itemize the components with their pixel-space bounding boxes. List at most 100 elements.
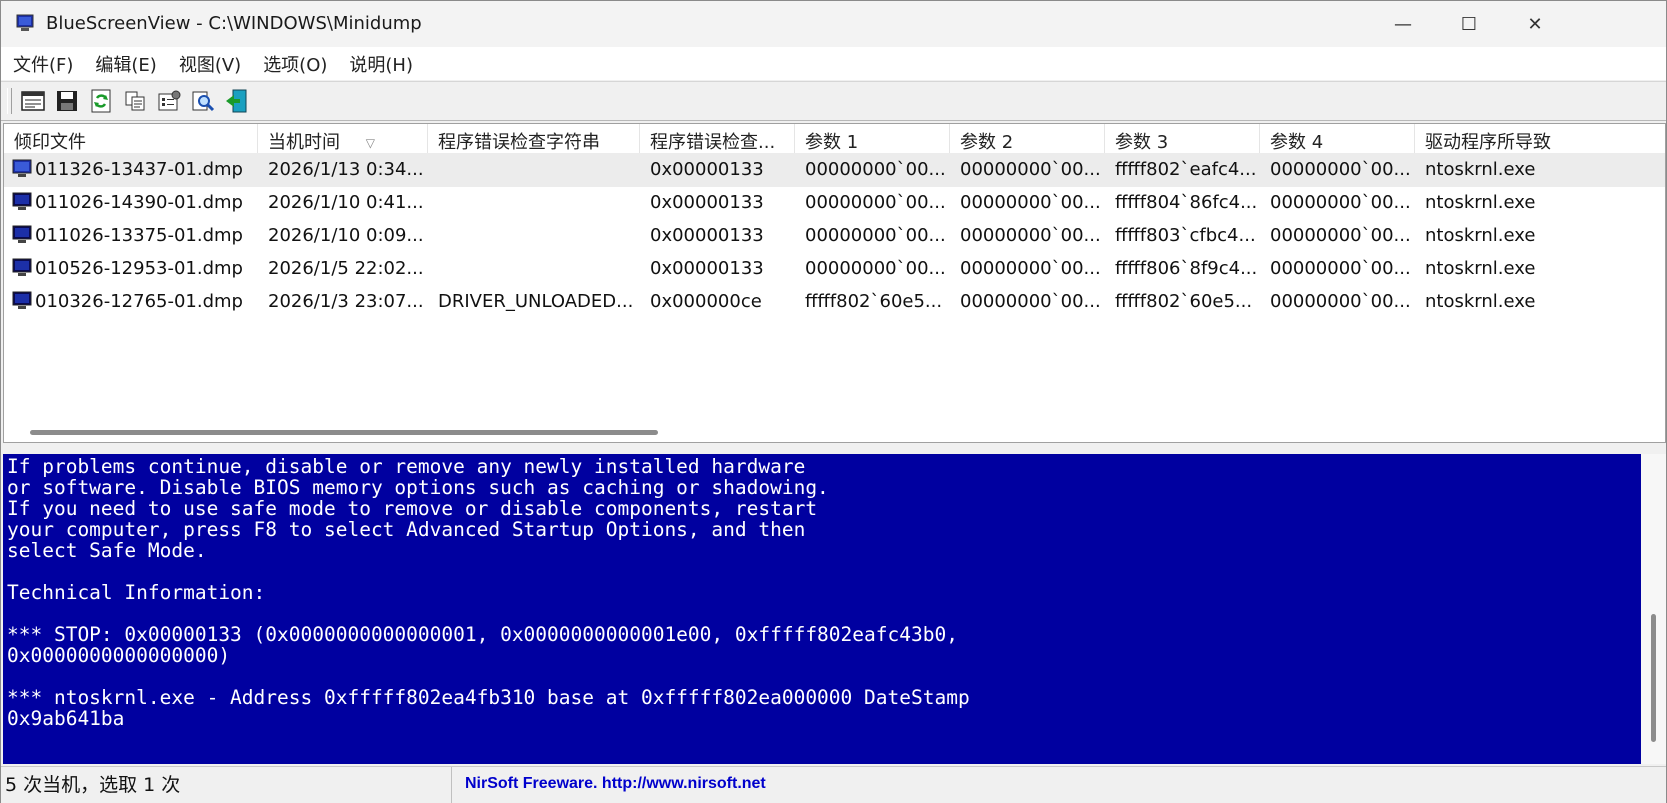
html-report-button[interactable] (18, 86, 48, 116)
maximize-button[interactable]: ☐ (1439, 1, 1499, 47)
status-crash-count: 5 次当机，选取 1 次 (5, 767, 452, 803)
dump-file-icon (12, 159, 32, 177)
exit-icon (226, 89, 247, 113)
cell-param3: fffff802`60e5... (1115, 291, 1253, 312)
cell-param1: fffff802`60e5... (805, 291, 943, 312)
cell-param4: 00000000`00... (1270, 192, 1411, 213)
toolbar (1, 81, 1666, 121)
bsod-preview-pane: If problems continue, disable or remove … (3, 454, 1641, 764)
cell-bug-check-string (428, 252, 640, 286)
cell-crash-time: 2026/1/13 0:34... (268, 159, 424, 180)
menu-bar: 文件(F) 编辑(E) 视图(V) 选项(O) 说明(H) (1, 47, 1666, 80)
table-row[interactable]: 010526-12953-01.dmp 2026/1/5 22:02... 0x… (4, 252, 1665, 286)
minimize-button[interactable]: — (1373, 1, 1433, 47)
cell-bug-check-code: 0x000000ce (650, 291, 762, 312)
cell-caused-by-driver: ntoskrnl.exe (1425, 225, 1536, 246)
table-row[interactable]: 011026-14390-01.dmp 2026/1/10 0:41... 0x… (4, 186, 1665, 220)
cell-dump-file: 010326-12765-01.dmp (4, 285, 258, 319)
pane-splitter[interactable] (1, 444, 1666, 454)
close-button[interactable]: ✕ (1505, 1, 1565, 47)
window-title: BlueScreenView - C:\WINDOWS\Minidump (46, 13, 422, 34)
cell-caused-by-driver: ntoskrnl.exe (1425, 159, 1536, 180)
cell-param4: 00000000`00... (1270, 225, 1411, 246)
cell-param2: 00000000`00... (960, 225, 1101, 246)
bsod-line: ​ (7, 561, 1641, 582)
cell-caused-by-driver: ntoskrnl.exe (1425, 258, 1536, 279)
bsod-line: ​ (7, 603, 1641, 624)
cell-text: 011026-13375-01.dmp (35, 225, 243, 246)
menu-file[interactable]: 文件(F) (1, 51, 83, 77)
bsod-line: *** STOP: 0x00000133 (0x0000000000000001… (7, 623, 958, 646)
cell-param3: fffff806`8f9c4... (1115, 258, 1258, 279)
cell-bug-check-string: DRIVER_UNLOADED... (438, 291, 634, 312)
cell-dump-file: 011026-14390-01.dmp (4, 186, 258, 220)
cell-param3: fffff804`86fc4... (1115, 192, 1258, 213)
title-bar[interactable]: BlueScreenView - C:\WINDOWS\Minidump — ☐… (1, 1, 1666, 47)
find-icon (192, 91, 215, 112)
save-button[interactable] (52, 86, 82, 116)
cell-bug-check-string (428, 186, 640, 220)
cell-bug-check-code: 0x00000133 (650, 192, 764, 213)
cell-crash-time: 2026/1/3 23:07... (268, 291, 424, 312)
table-row[interactable]: 011326-13437-01.dmp 2026/1/13 0:34... 0x… (4, 153, 1665, 187)
cell-crash-time: 2026/1/10 0:09... (268, 225, 424, 246)
cell-param2: 00000000`00... (960, 258, 1101, 279)
menu-view[interactable]: 视图(V) (167, 51, 251, 77)
cell-text: 010326-12765-01.dmp (35, 291, 243, 312)
bsod-line: Technical Information: (7, 581, 266, 604)
cell-crash-time: 2026/1/10 0:41... (268, 192, 424, 213)
horizontal-scrollbar-thumb[interactable] (30, 430, 658, 435)
menu-help[interactable]: 说明(H) (337, 51, 423, 77)
cell-bug-check-code: 0x00000133 (650, 159, 764, 180)
dump-file-icon (12, 258, 32, 276)
cell-dump-file: 011026-13375-01.dmp (4, 219, 258, 253)
bsod-line: If problems continue, disable or remove … (7, 455, 806, 478)
cell-param4: 00000000`00... (1270, 291, 1411, 312)
cell-text: 010526-12953-01.dmp (35, 258, 243, 279)
cell-param2: 00000000`00... (960, 291, 1101, 312)
cell-param1: 00000000`00... (805, 258, 946, 279)
table-row[interactable]: 010326-12765-01.dmp 2026/1/3 23:07... DR… (4, 285, 1665, 319)
table-row[interactable]: 011026-13375-01.dmp 2026/1/10 0:09... 0x… (4, 219, 1665, 253)
menu-edit[interactable]: 编辑(E) (83, 51, 166, 77)
close-icon: ✕ (1527, 13, 1543, 35)
app-monitor-icon (16, 14, 34, 31)
bsod-line: *** ntoskrnl.exe - Address 0xfffff802ea4… (7, 686, 970, 709)
exit-button[interactable] (222, 86, 252, 116)
cell-param1: 00000000`00... (805, 159, 946, 180)
toolbar-grip[interactable] (7, 88, 12, 114)
dump-file-icon (12, 192, 32, 210)
bsod-line: If you need to use safe mode to remove o… (7, 497, 818, 520)
cell-caused-by-driver: ntoskrnl.exe (1425, 291, 1536, 312)
find-button[interactable] (188, 86, 218, 116)
menu-options[interactable]: 选项(O) (251, 51, 337, 77)
cell-bug-check-string (428, 219, 640, 253)
bsod-line: your computer, press F8 to select Advanc… (7, 518, 806, 541)
cell-param4: 00000000`00... (1270, 258, 1411, 279)
html-report-icon (21, 91, 45, 111)
copy-button[interactable] (120, 86, 150, 116)
nirsoft-link[interactable]: NirSoft Freeware. http://www.nirsoft.net (465, 767, 766, 803)
cell-text: 011026-14390-01.dmp (35, 192, 243, 213)
cell-bug-check-code: 0x00000133 (650, 258, 764, 279)
dump-file-icon (12, 225, 32, 243)
cell-bug-check-code: 0x00000133 (650, 225, 764, 246)
cell-param1: 00000000`00... (805, 225, 946, 246)
bsod-line: 0x0000000000000000) (7, 644, 231, 667)
properties-button[interactable] (154, 86, 184, 116)
bsod-line: select Safe Mode. (7, 539, 207, 562)
vertical-scrollbar-thumb[interactable] (1651, 614, 1656, 742)
cell-dump-file: 011326-13437-01.dmp (4, 153, 258, 187)
cell-dump-file: 010526-12953-01.dmp (4, 252, 258, 286)
refresh-button[interactable] (86, 86, 116, 116)
cell-param1: 00000000`00... (805, 192, 946, 213)
crash-list[interactable]: 倾印文件 当机时间 ▽ 程序错误检查字符串 程序错误检查... 参数 1 参数 2… (3, 123, 1666, 443)
cell-text: 011326-13437-01.dmp (35, 159, 243, 180)
cell-crash-time: 2026/1/5 22:02... (268, 258, 424, 279)
status-bar: 5 次当机，选取 1 次 NirSoft Freeware. http://ww… (1, 766, 1666, 803)
column-header-crash-time-label: 当机时间 (268, 132, 340, 153)
cell-bug-check-string (428, 153, 640, 187)
vertical-scrollbar[interactable] (1641, 454, 1666, 764)
properties-icon (158, 90, 181, 111)
app-window: BlueScreenView - C:\WINDOWS\Minidump — ☐… (0, 0, 1667, 803)
